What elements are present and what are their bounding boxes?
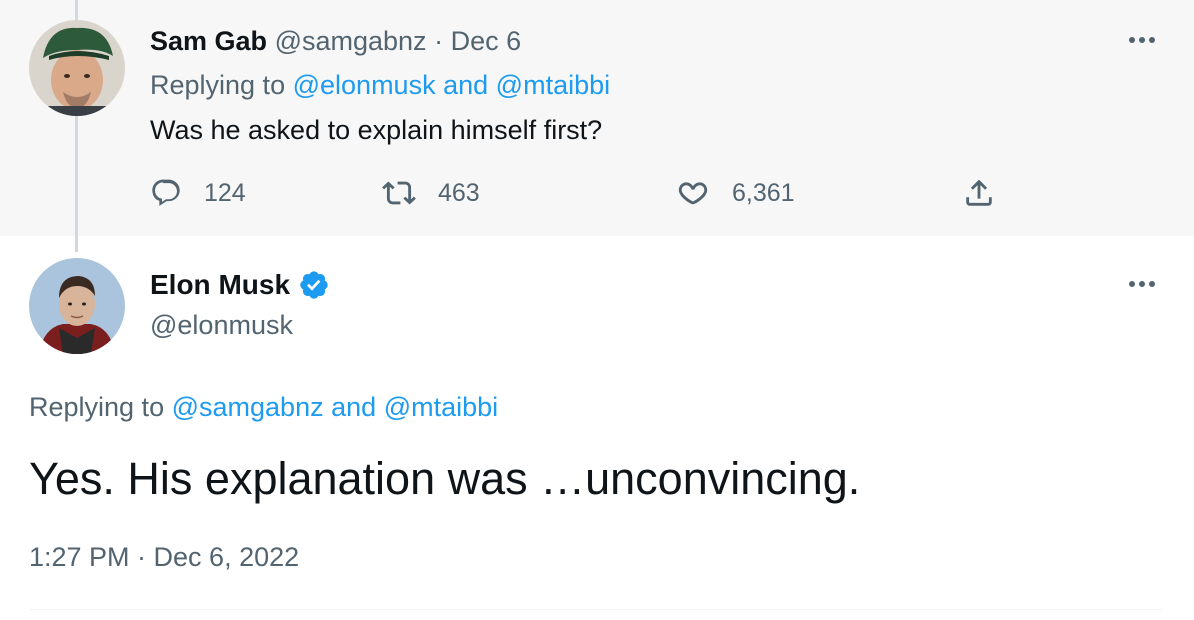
replying-to: Replying to @elonmusk and @mtaibbi bbox=[150, 68, 610, 102]
replying-and[interactable]: and bbox=[331, 392, 376, 422]
mention-link[interactable]: @mtaibbi bbox=[496, 70, 610, 100]
like-button[interactable]: 6,361 bbox=[676, 174, 795, 212]
more-icon[interactable] bbox=[1122, 30, 1162, 50]
author-name[interactable]: Elon Musk bbox=[150, 268, 290, 302]
author-name[interactable]: Sam Gab bbox=[150, 26, 267, 56]
share-icon bbox=[966, 179, 992, 206]
more-icon[interactable] bbox=[1122, 274, 1162, 294]
divider bbox=[29, 609, 1162, 610]
main-tweet-author[interactable]: Elon Musk bbox=[150, 268, 330, 302]
replying-and[interactable]: and bbox=[443, 70, 488, 100]
header-separator: · bbox=[434, 26, 444, 56]
avatar-sam-gab[interactable] bbox=[29, 20, 125, 116]
retweet-icon bbox=[382, 181, 416, 205]
avatar-elon-musk[interactable] bbox=[29, 258, 125, 354]
mention-link[interactable]: @mtaibbi bbox=[384, 392, 498, 422]
like-count: 6,361 bbox=[732, 178, 795, 207]
share-button[interactable] bbox=[962, 174, 996, 212]
reply-tweet-text: Was he asked to explain himself first? bbox=[150, 115, 603, 145]
avatar-image bbox=[29, 258, 125, 354]
reply-count: 124 bbox=[204, 178, 246, 207]
replying-to: Replying to @samgabnz and @mtaibbi bbox=[29, 390, 498, 424]
replying-prefix: Replying to bbox=[29, 392, 165, 422]
mention-link[interactable]: @elonmusk bbox=[293, 70, 436, 100]
avatar-image bbox=[29, 20, 125, 116]
replying-prefix: Replying to bbox=[150, 70, 286, 100]
author-handle[interactable]: @elonmusk bbox=[150, 308, 293, 342]
verified-badge-icon[interactable] bbox=[298, 269, 330, 301]
main-tweet-text: Yes. His explanation was …unconvincing. bbox=[29, 453, 861, 504]
retweet-button[interactable]: 463 bbox=[382, 174, 480, 212]
reply-button[interactable]: 124 bbox=[150, 174, 246, 212]
heart-icon bbox=[678, 182, 708, 205]
tweet-date[interactable]: Dec 6 bbox=[451, 26, 522, 56]
reply-tweet-header: Sam Gab @samgabnz · Dec 6 bbox=[150, 24, 521, 58]
mention-link[interactable]: @samgabnz bbox=[172, 392, 324, 422]
author-handle[interactable]: @samgabnz bbox=[275, 26, 427, 56]
retweet-count: 463 bbox=[438, 178, 480, 207]
tweet-timestamp[interactable]: 1:27 PM · Dec 6, 2022 bbox=[29, 540, 299, 574]
reply-icon bbox=[152, 179, 180, 206]
